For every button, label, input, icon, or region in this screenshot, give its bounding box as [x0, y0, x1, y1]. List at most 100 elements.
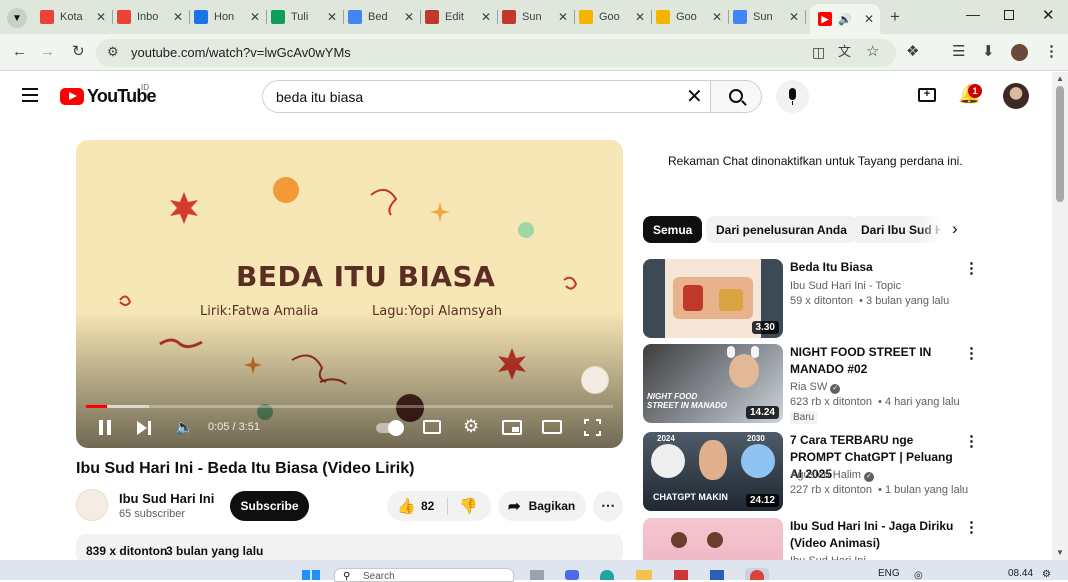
browser-tab[interactable]: Inbo ✕: [117, 6, 183, 28]
volume-icon[interactable]: 🔈: [175, 418, 194, 436]
rec-channel[interactable]: Agusleo Halim ✓: [790, 469, 874, 482]
rec-title[interactable]: Beda Itu Biasa: [790, 259, 960, 276]
rec-channel[interactable]: Ria SW ✓: [790, 381, 841, 394]
like-button[interactable]: 👍 82: [387, 491, 447, 521]
chip-from-search[interactable]: Dari penelusuran Anda: [706, 216, 857, 243]
channel-watermark[interactable]: [581, 366, 609, 394]
tab-youtube-active[interactable]: ▶ 🔊 ✕: [810, 4, 880, 34]
channel-name[interactable]: Ibu Sud Hari Ini: [119, 491, 214, 506]
rec-thumbnail[interactable]: 3.30: [643, 259, 783, 338]
close-icon[interactable]: ✕: [173, 10, 183, 24]
scroll-up-arrow[interactable]: ▲: [1056, 74, 1064, 83]
taskbar-app-icon[interactable]: [674, 570, 688, 580]
url-text[interactable]: youtube.com/watch?v=lwGcAv0wYMs: [131, 45, 351, 60]
bookmark-star-icon[interactable]: ☆: [866, 44, 879, 59]
rec-channel[interactable]: Ibu Sud Hari Ini - Topic: [790, 280, 901, 292]
tab-search-icon[interactable]: ▼: [7, 8, 27, 28]
close-icon[interactable]: ✕: [558, 10, 568, 24]
autoplay-toggle[interactable]: [376, 420, 404, 436]
restore-button[interactable]: [1004, 10, 1014, 20]
reload-icon[interactable]: ↻: [72, 44, 85, 59]
fullscreen-icon[interactable]: [584, 419, 601, 436]
media-control-icon[interactable]: ☰: [952, 44, 965, 59]
subscribe-button[interactable]: Subscribe: [230, 491, 309, 521]
install-app-icon[interactable]: ◫: [812, 45, 825, 59]
settings-gear-icon[interactable]: ⚙: [463, 416, 479, 437]
next-video-icon[interactable]: [137, 421, 147, 435]
close-icon[interactable]: ✕: [404, 10, 414, 24]
notification-center-icon[interactable]: ⚙: [1042, 569, 1051, 580]
file-explorer-icon[interactable]: [636, 570, 652, 580]
more-actions-button[interactable]: ⋯: [593, 491, 623, 521]
rec-thumbnail[interactable]: 2024 2030 CHATGPT MAKIN 24.12: [643, 432, 783, 511]
rec-thumbnail[interactable]: [643, 518, 783, 560]
scrollbar-thumb[interactable]: [1056, 86, 1064, 202]
chevron-right-icon[interactable]: ›: [952, 219, 958, 239]
browser-tab[interactable]: Kota ✕: [40, 6, 106, 28]
rec-thumbnail[interactable]: NIGHT FOOD STREET IN MANADO 14.24: [643, 344, 783, 423]
close-icon[interactable]: ✕: [864, 12, 874, 26]
close-icon[interactable]: ✕: [712, 10, 722, 24]
browser-tab[interactable]: Sun ✕: [733, 6, 799, 28]
theater-mode-icon[interactable]: [542, 420, 562, 434]
rec-more-icon[interactable]: ⋮: [964, 344, 979, 362]
taskbar-app-icon[interactable]: [710, 570, 724, 580]
share-button[interactable]: ➦ Bagikan: [498, 491, 586, 521]
forward-arrow-icon[interactable]: →: [40, 44, 55, 59]
close-icon[interactable]: ✕: [250, 10, 260, 24]
language-indicator[interactable]: ENG: [878, 568, 900, 579]
rec-more-icon[interactable]: ⋮: [964, 518, 979, 536]
create-video-icon[interactable]: +: [918, 88, 936, 102]
browser-tab[interactable]: Goo ✕: [579, 6, 645, 28]
chrome-icon[interactable]: [745, 568, 769, 580]
edge-icon[interactable]: [600, 570, 614, 580]
rec-more-icon[interactable]: ⋮: [964, 432, 979, 450]
close-icon[interactable]: ✕: [789, 10, 799, 24]
close-icon[interactable]: ✕: [635, 10, 645, 24]
taskbar-app-icon[interactable]: [530, 570, 544, 580]
channel-avatar[interactable]: [76, 489, 108, 521]
extensions-icon[interactable]: ❖: [906, 44, 919, 59]
scroll-down-arrow[interactable]: ▼: [1056, 548, 1064, 557]
clear-search-icon[interactable]: ✕: [686, 84, 703, 109]
site-info-icon[interactable]: ⚙: [107, 45, 119, 58]
back-arrow-icon[interactable]: ←: [12, 44, 27, 59]
taskbar-app-icon[interactable]: [565, 570, 579, 580]
dislike-button[interactable]: 👎: [450, 491, 490, 521]
close-icon[interactable]: ✕: [481, 10, 491, 24]
browser-tab[interactable]: Edit ✕: [425, 6, 491, 28]
progress-bar[interactable]: [86, 405, 613, 408]
wifi-icon[interactable]: ◎: [914, 570, 923, 581]
account-avatar[interactable]: [1003, 83, 1029, 109]
browser-tab[interactable]: Tuli ✕: [271, 6, 337, 28]
new-tab-button[interactable]: +: [890, 7, 900, 27]
close-icon[interactable]: ✕: [96, 10, 106, 24]
rec-title[interactable]: Ibu Sud Hari Ini - Jaga Diriku (Video An…: [790, 518, 960, 552]
windows-start-icon[interactable]: [302, 570, 320, 580]
hamburger-menu-icon[interactable]: [22, 88, 38, 102]
pause-icon[interactable]: [99, 420, 111, 435]
browser-menu-icon[interactable]: ⋮: [1044, 44, 1059, 59]
close-window-button[interactable]: ✕: [1042, 6, 1055, 24]
rec-more-icon[interactable]: ⋮: [964, 259, 979, 277]
browser-tab[interactable]: Bed ✕: [348, 6, 414, 28]
youtube-logo-icon[interactable]: [60, 88, 84, 105]
browser-tab[interactable]: Hon ✕: [194, 6, 260, 28]
chip-all[interactable]: Semua: [643, 216, 703, 243]
close-icon[interactable]: ✕: [327, 10, 337, 24]
profile-avatar[interactable]: [1011, 44, 1028, 61]
translate-icon[interactable]: 文: [838, 45, 851, 58]
download-icon[interactable]: ⬇: [982, 44, 995, 59]
video-player[interactable]: BEDA ITU BIASA Lirik:Fatwa Amalia Lagu:Y…: [76, 140, 623, 448]
browser-tab[interactable]: Sun ✕: [502, 6, 568, 28]
rec-title[interactable]: NIGHT FOOD STREET IN MANADO #02: [790, 344, 960, 378]
miniplayer-icon[interactable]: [502, 420, 522, 435]
system-clock[interactable]: 08.44: [1008, 568, 1033, 579]
search-button[interactable]: [710, 80, 762, 113]
subtitles-icon[interactable]: [423, 420, 441, 434]
browser-tab[interactable]: Goo ✕: [656, 6, 722, 28]
page-scrollbar[interactable]: ▲ ▼: [1052, 72, 1068, 560]
voice-search-button[interactable]: [776, 80, 809, 113]
search-input-text[interactable]: beda itu biasa: [276, 89, 363, 105]
minimize-button[interactable]: —: [966, 6, 980, 22]
